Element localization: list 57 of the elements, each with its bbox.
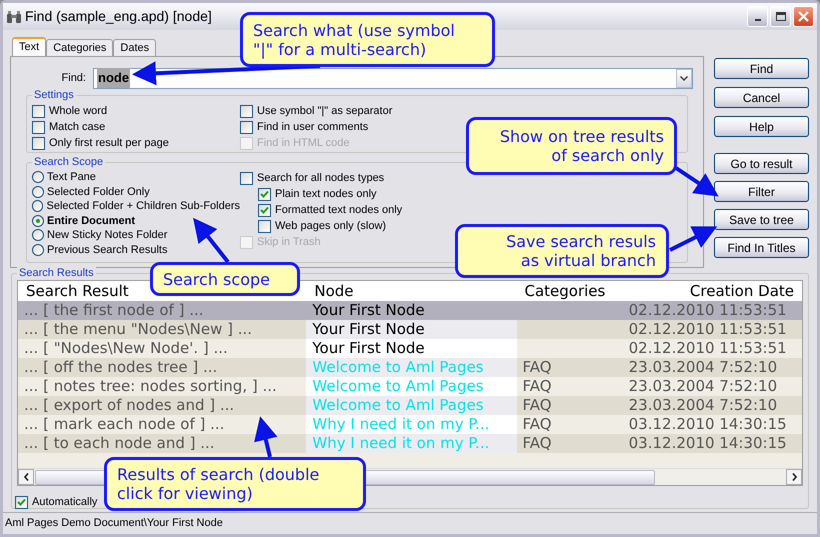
table-cell: Your First Node xyxy=(312,339,425,357)
table-cell: FAQ xyxy=(522,396,552,414)
callout-tooltip: Search scope xyxy=(150,262,300,296)
callout-tooltip: Save search resuls as virtual branch xyxy=(455,224,669,278)
table-cell: FAQ xyxy=(522,434,552,452)
callout-tooltip: Show on tree results of search only xyxy=(466,117,677,175)
table-cell: Why I need it on my P... xyxy=(312,434,490,452)
checkbox-label: Plain text nodes only xyxy=(275,186,377,202)
table-cell: FAQ xyxy=(522,358,552,376)
radio-label: Text Pane xyxy=(47,170,96,185)
radio-label: Previous Search Results xyxy=(47,242,168,258)
table-cell-text: 23.03.2004 7:52:10 xyxy=(628,396,778,415)
callout-tooltip: Results of search (double click for viewing) xyxy=(104,457,366,511)
checkbox-label: Formatted text nodes only xyxy=(275,202,402,218)
find-label: Find: xyxy=(60,70,87,86)
group-title: Settings xyxy=(32,88,76,102)
checkbox-label: Find in HTML code xyxy=(257,136,350,151)
radio-label: Selected Folder Only xyxy=(47,184,150,200)
table-cell-text: 23.03.2004 7:52:10 xyxy=(628,358,778,377)
table-cell: ... [ the first node of ] ... xyxy=(24,301,204,319)
table-cell: Your First Node xyxy=(312,320,425,338)
checkbox-label: Skip in Trash xyxy=(257,234,321,250)
checkbox-label: Only first result per page xyxy=(49,136,169,151)
table-cell: ... [ export of nodes and ] ... xyxy=(24,396,234,414)
table-cell: FAQ xyxy=(522,415,552,433)
checkbox-label: Search for all nodes types xyxy=(257,170,384,186)
checkbox-label: Web pages only (slow) xyxy=(275,218,386,234)
checkbox-label: Find in user comments xyxy=(257,120,368,135)
radio-label: New Sticky Notes Folder xyxy=(47,228,168,243)
radio-label: Entire Document xyxy=(47,214,136,228)
radio-label: Selected Folder + Children Sub-Folders xyxy=(46,199,240,214)
table-cell: ... [ "Nodes\New Node'. ] ... xyxy=(24,339,228,357)
table-cell: Why I need it on my P... xyxy=(312,415,490,433)
checkbox-label: Use symbol "|" as separator xyxy=(257,104,392,119)
checkbox-label: Whole word xyxy=(49,104,108,119)
table-cell: ... [ to each node and ] ... xyxy=(24,434,215,452)
table-cell: ... [ mark each node of ] ... xyxy=(24,415,224,433)
checkbox-label: Automatically xyxy=(32,494,98,510)
table-cell-text: 23.03.2004 7:52:10 xyxy=(628,377,778,396)
table-cell: Welcome to Aml Pages xyxy=(312,358,484,376)
table-cell-text: 02.12.2010 11:53:51 xyxy=(628,301,788,320)
table-cell-text: 02.12.2010 11:53:51 xyxy=(628,320,788,339)
table-cell: ... [ off the nodes tree ] ... xyxy=(24,358,218,376)
table-cell: Welcome to Aml Pages xyxy=(312,377,484,395)
table-cell-text: 03.12.2010 14:30:15 xyxy=(628,415,788,434)
window-title: Find (sample_eng.apd) [node] xyxy=(25,7,212,26)
table-cell: FAQ xyxy=(522,377,552,395)
group-title: Search Scope xyxy=(32,155,106,169)
table-cell-text: 02.12.2010 11:53:51 xyxy=(628,339,788,358)
checkbox-label: Match case xyxy=(49,120,106,135)
table-cell-text: 03.12.2010 14:30:15 xyxy=(628,434,788,453)
table-cell: ... [ the menu "Nodes\New ] ... xyxy=(24,320,252,338)
status-text: Aml Pages Demo Document\Your First Node xyxy=(5,516,223,531)
callout-tooltip: Search what (use symbol "|" for a multi-search) xyxy=(240,12,495,67)
table-cell: Welcome to Aml Pages xyxy=(312,396,484,414)
table-cell: ... [ notes tree: nodes sorting, ] ... xyxy=(24,377,277,395)
table-cell: Your First Node xyxy=(312,301,425,319)
